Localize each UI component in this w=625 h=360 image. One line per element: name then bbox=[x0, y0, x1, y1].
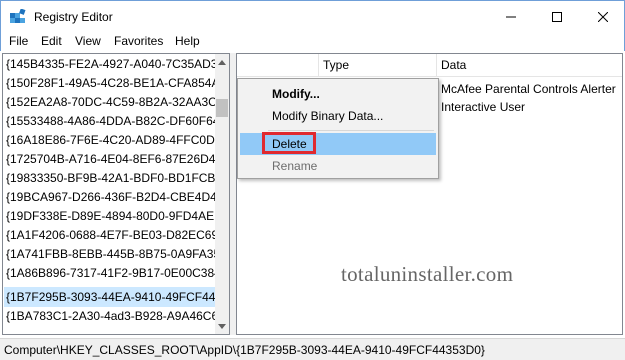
tree-item[interactable]: {1A86B896-7317-41F2-9B17-0E00C384C bbox=[4, 263, 216, 283]
tree-item[interactable]: {19DF338E-D89E-4894-80D0-9FD4AEDC bbox=[4, 206, 216, 226]
annotation-highlight-box bbox=[262, 132, 316, 154]
close-icon bbox=[598, 11, 608, 22]
status-path: Computer\HKEY_CLASSES_ROOT\AppID\{1B7F29… bbox=[4, 343, 485, 357]
tree-item[interactable]: {145B4335-FE2A-4927-A040-7C35AD3180 bbox=[4, 54, 216, 74]
tree-item[interactable]: {152EA2A8-70DC-4C59-8B2A-32AA3CA0 bbox=[4, 92, 216, 112]
menu-item-rename: Rename bbox=[272, 159, 318, 173]
scroll-thumb[interactable] bbox=[216, 99, 228, 117]
watermark-text: totaluninstaller.com bbox=[341, 262, 514, 286]
window-title: Registry Editor bbox=[34, 10, 113, 24]
tree-item[interactable]: {1A1F4206-0688-4E7F-BE03-D82EC69DF bbox=[4, 225, 216, 245]
menu-edit[interactable]: Edit bbox=[41, 34, 62, 48]
menu-help[interactable]: Help bbox=[175, 34, 200, 48]
tree-item[interactable]: {1725704B-A716-4E04-8EF6-87E26D4F0 bbox=[4, 149, 216, 169]
chevron-up-icon bbox=[218, 59, 226, 65]
tree-scrollbar[interactable] bbox=[215, 54, 229, 334]
registry-editor-icon bbox=[10, 9, 26, 23]
menu-file[interactable]: File bbox=[9, 34, 28, 48]
tree-item[interactable]: {150F28F1-49A5-4C28-BE1A-CFA854A1B bbox=[4, 73, 216, 93]
tree-item[interactable]: {16A18E86-7F6E-4C20-AD89-4FFC0DB7A bbox=[4, 130, 216, 150]
column-header-data[interactable]: Data bbox=[437, 54, 622, 76]
menu-item-modify-binary[interactable]: Modify Binary Data... bbox=[240, 105, 436, 127]
value-data-cell[interactable]: McAfee Parental Controls Alerter bbox=[441, 79, 616, 99]
tree-item[interactable]: {19BCA967-D266-436F-B2D4-CBE4D4B4 bbox=[4, 187, 216, 207]
context-menu: Modify... Modify Binary Data... Delete R… bbox=[237, 78, 439, 179]
status-bar: Computer\HKEY_CLASSES_ROOT\AppID\{1B7F29… bbox=[0, 338, 625, 360]
tree-item[interactable]: {19833350-BF9B-42A1-BDF0-BD1FCBE1E bbox=[4, 168, 216, 188]
tree-item-selected[interactable]: {1B7F295B-3093-44EA-9410-49FCF44353 bbox=[4, 287, 216, 307]
column-header-type[interactable]: Type bbox=[319, 54, 437, 76]
menu-view[interactable]: View bbox=[75, 34, 101, 48]
title-bar[interactable]: Registry Editor bbox=[0, 0, 625, 32]
tree-item[interactable]: {15533488-4A86-4DDA-B82C-DF60F640A bbox=[4, 111, 216, 131]
menu-favorites[interactable]: Favorites bbox=[114, 34, 163, 48]
tree-item[interactable]: {1BA783C1-2A30-4ad3-B928-A9A46C60 bbox=[4, 306, 216, 326]
maximize-button[interactable] bbox=[534, 1, 580, 32]
key-tree[interactable]: {145B4335-FE2A-4927-A040-7C35AD3180 {150… bbox=[2, 53, 230, 335]
value-data-cell[interactable]: Interactive User bbox=[441, 97, 525, 117]
menu-bar: File Edit View Favorites Help bbox=[0, 32, 625, 51]
menu-separator bbox=[268, 130, 434, 131]
column-header-name[interactable] bbox=[237, 54, 319, 76]
minimize-button[interactable] bbox=[488, 1, 534, 32]
header-divider bbox=[237, 76, 622, 77]
scroll-up-button[interactable] bbox=[215, 54, 229, 70]
minimize-icon bbox=[506, 16, 516, 17]
maximize-icon bbox=[552, 11, 562, 22]
menu-item-modify[interactable]: Modify... bbox=[240, 83, 436, 105]
scroll-down-button[interactable] bbox=[215, 318, 229, 334]
tree-item[interactable]: {1A741FBB-8EBB-445B-8B75-0A9FA3520 bbox=[4, 244, 216, 264]
close-button[interactable] bbox=[580, 1, 625, 32]
chevron-down-icon bbox=[218, 323, 226, 329]
